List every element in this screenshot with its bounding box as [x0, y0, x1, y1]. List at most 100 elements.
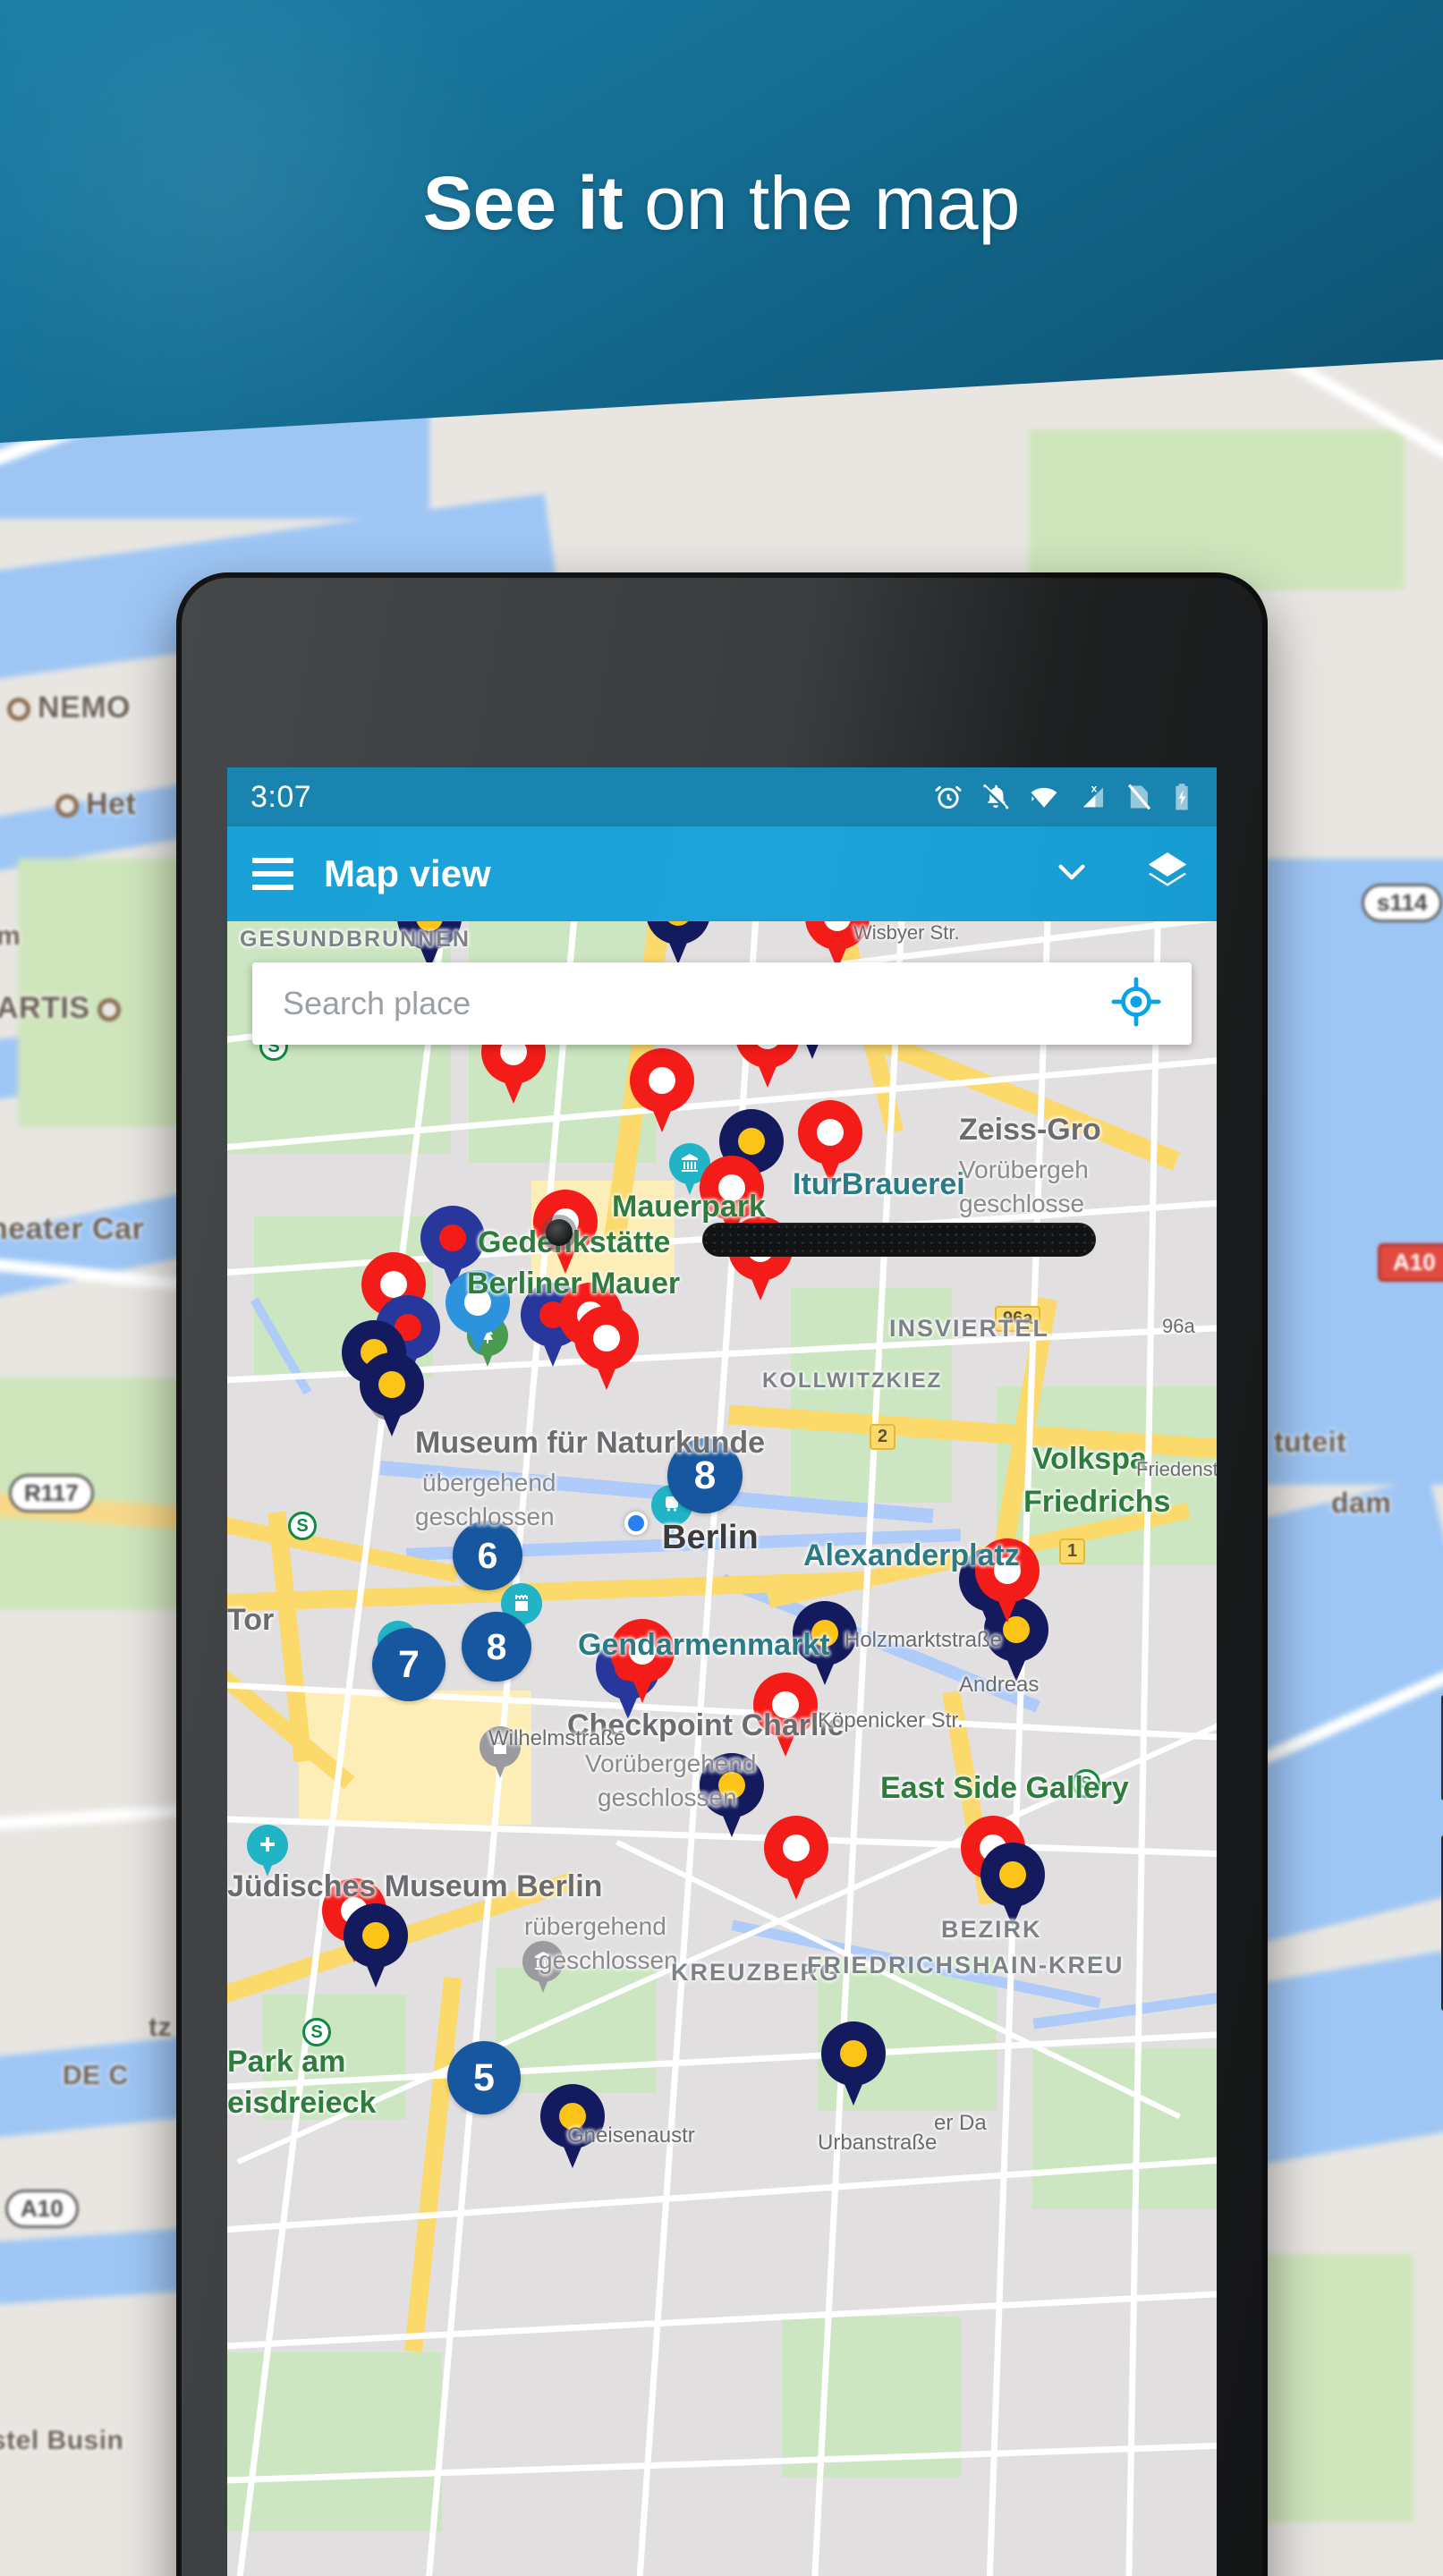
- map-label: INSVIERTEL: [889, 1315, 1050, 1342]
- background-poi-dot-icon: [97, 998, 121, 1021]
- background-map-poi-label: tuteit: [1274, 1426, 1346, 1459]
- alarm-icon: [933, 782, 963, 812]
- battery-charging-icon: [1170, 782, 1193, 812]
- background-map-poi-text: m: [0, 921, 21, 951]
- wifi-icon: [1028, 782, 1060, 812]
- map-label: Köpenicker Str.: [818, 1708, 963, 1733]
- background-map-poi-text: stel Busin: [0, 2426, 124, 2455]
- background-poi-dot-icon: [7, 698, 30, 721]
- phone-mockup: 3:07 x Map view S S S S 96a 2 1 8 6 8 7 …: [176, 572, 1443, 2576]
- map-cluster-marker[interactable]: 8: [462, 1612, 531, 1682]
- front-camera: [546, 1219, 573, 1246]
- map-label: Mauerpark: [612, 1190, 766, 1224]
- map-cluster-marker[interactable]: 7: [372, 1628, 446, 1701]
- background-poi-dot-icon: [55, 794, 79, 818]
- map-label: übergehend: [422, 1469, 556, 1496]
- map-label: geschlossen: [415, 1503, 555, 1530]
- map-label: er Da: [934, 2111, 987, 2135]
- map-label: Friedenstraße: [1136, 1458, 1217, 1480]
- background-map-poi-label: NEMO: [7, 691, 131, 725]
- app-bar-actions: [1052, 848, 1192, 901]
- map-label: BEZIRK: [941, 1916, 1042, 1943]
- background-road-shield: A10: [1378, 1243, 1443, 1282]
- map-label: eisdreieck: [227, 2086, 377, 2120]
- background-map-poi-label: dam: [1331, 1487, 1391, 1520]
- s-bahn-badge[interactable]: S: [302, 2018, 331, 2046]
- map-label: Gendarmenmarkt: [578, 1628, 830, 1662]
- background-map-poi-label: Het: [55, 787, 136, 822]
- app-bar: Map view: [227, 826, 1217, 921]
- chevron-down-icon[interactable]: [1052, 858, 1091, 891]
- map-label: Alexanderplatz: [803, 1538, 1020, 1572]
- background-map-poi-label: tz: [149, 2012, 172, 2043]
- map-label: geschlosse: [959, 1190, 1085, 1217]
- road-shield: 1: [1059, 1538, 1086, 1564]
- phone-screen: 3:07 x Map view S S S S 96a 2 1 8 6 8 7 …: [227, 767, 1217, 2576]
- map-label: KOLLWITZKIEZ: [762, 1368, 943, 1393]
- earpiece-speaker: [702, 1223, 1096, 1257]
- map-label: Friedrichs: [1023, 1485, 1171, 1519]
- background-road-shield: A10: [5, 2190, 79, 2228]
- background-road-shield: s114: [1362, 884, 1443, 922]
- map-label: Gedenkstätte: [478, 1225, 671, 1259]
- background-map-poi-text: NEMO: [38, 691, 131, 724]
- bell-off-icon: [980, 782, 1011, 812]
- map-label: IturBrauerei: [793, 1167, 965, 1201]
- map-pin-red[interactable]: [764, 1816, 828, 1902]
- background-map-poi-text: heater Car: [0, 1212, 145, 1246]
- map-pin-navy[interactable]: [344, 1903, 408, 1989]
- current-location-dot: [624, 1512, 648, 1535]
- map-pin-navy[interactable]: [646, 921, 710, 966]
- map-label: Urbanstraße: [818, 2131, 938, 2155]
- hamburger-menu-icon[interactable]: [252, 850, 293, 898]
- map-label: Berliner Mauer: [467, 1267, 681, 1301]
- background-map-poi-text: dam: [1331, 1487, 1392, 1519]
- map-label: Tor: [227, 1603, 275, 1637]
- signal-no-service-icon: x: [1077, 782, 1108, 812]
- map-label: Gneisenaustr: [567, 2123, 695, 2148]
- search-input-placeholder[interactable]: Search place: [283, 985, 471, 1022]
- road-shield: 2: [870, 1424, 896, 1450]
- map-label: geschlossen: [598, 1784, 737, 1811]
- background-map-poi-text: DE C: [63, 2061, 129, 2090]
- map-label: Volkspa: [1032, 1442, 1147, 1476]
- search-bar[interactable]: Search place: [252, 962, 1192, 1045]
- map-label: rübergehend: [524, 1912, 666, 1940]
- map-label: FRIEDRICHSHAIN-KREU: [807, 1952, 1125, 1979]
- page-title-light: on the map: [623, 161, 1021, 245]
- s-bahn-badge[interactable]: S: [288, 1512, 317, 1540]
- background-map-poi-text: tuteit: [1274, 1426, 1347, 1458]
- background-road-shield: R117: [9, 1474, 94, 1513]
- my-location-icon[interactable]: [1111, 976, 1161, 1031]
- map-layers-icon[interactable]: [1143, 848, 1192, 901]
- status-time: 3:07: [250, 779, 312, 814]
- app-bar-title: Map view: [324, 852, 491, 894]
- map-cluster-marker[interactable]: 5: [447, 2041, 521, 2114]
- status-icon-group: x: [933, 782, 1193, 812]
- map-label: GESUNDBRUNNEN: [240, 927, 471, 952]
- sim-card-off-icon: [1125, 782, 1153, 812]
- map-label: 96a: [1162, 1315, 1195, 1337]
- map-label: Wisbyer Str.: [853, 921, 960, 944]
- map-pin-navy[interactable]: [821, 2021, 886, 2107]
- background-map-poi-label: ARTIS: [0, 991, 121, 1026]
- map-label: East Side Gallery: [880, 1771, 1129, 1805]
- map-label: Holzmarktstraße: [845, 1628, 1003, 1652]
- page-title-bold: See it: [422, 161, 624, 245]
- map-label: Museum für Naturkunde: [415, 1426, 766, 1460]
- map-canvas[interactable]: S S S S S 96a 2 1 86875 GESUNDBRUNNENWis…: [227, 921, 1217, 2576]
- background-map-poi-text: ARTIS: [0, 991, 90, 1025]
- background-map-poi-label: stel Busin: [0, 2426, 123, 2456]
- status-bar: 3:07 x: [227, 767, 1217, 826]
- map-label: Andreas: [959, 1673, 1040, 1697]
- map-label: Vorübergeh: [959, 1156, 1089, 1183]
- map-pin-red[interactable]: [630, 1048, 694, 1134]
- map-pin-red[interactable]: [574, 1306, 639, 1392]
- app-screenshot: NEMOHetARTISheater CarordmtzDE Cstel Bus…: [0, 0, 1443, 2576]
- map-label: geschlossen: [539, 1946, 678, 1974]
- background-map-poi-label: heater Car: [0, 1212, 144, 1247]
- background-map-poi-text: Het: [86, 787, 137, 821]
- map-label: Wilhelmstraße: [488, 1726, 626, 1750]
- background-map-poi-label: m: [0, 921, 21, 952]
- svg-text:x: x: [1091, 782, 1098, 794]
